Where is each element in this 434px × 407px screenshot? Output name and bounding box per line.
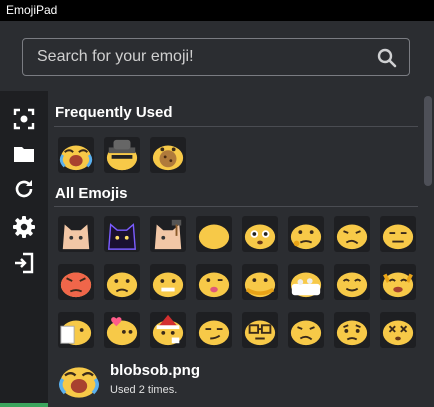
- emoji-name: blobsob.png: [110, 362, 200, 379]
- header: [0, 21, 434, 91]
- emoji-icon: [59, 145, 93, 171]
- emoji-tile[interactable]: [104, 137, 140, 173]
- all-emojis-heading: All Emojis: [55, 185, 128, 202]
- emoji-icon: [382, 272, 414, 298]
- emoji-icon: [198, 224, 230, 250]
- search-icon[interactable]: [377, 48, 397, 68]
- emoji-tile[interactable]: [334, 264, 370, 300]
- emoji-icon: [106, 317, 138, 346]
- emoji-tile[interactable]: [196, 264, 232, 300]
- emoji-icon: [244, 272, 276, 298]
- emoji-tile[interactable]: [242, 312, 278, 348]
- search-input[interactable]: [37, 39, 367, 75]
- emoji-tile[interactable]: [288, 216, 324, 252]
- emoji-icon: [60, 272, 92, 298]
- section-divider: [54, 206, 418, 207]
- emoji-tile[interactable]: [334, 312, 370, 348]
- emoji-tile[interactable]: [380, 312, 416, 348]
- emoji-tile[interactable]: [288, 312, 324, 348]
- emoji-icon: [290, 320, 322, 346]
- emoji-tile[interactable]: [150, 312, 186, 348]
- emoji-icon: [106, 139, 138, 171]
- emoji-icon: [152, 145, 184, 171]
- screenshot-icon[interactable]: [12, 107, 36, 131]
- emoji-tile[interactable]: [242, 264, 278, 300]
- emoji-tile[interactable]: [104, 264, 140, 300]
- emoji-tile[interactable]: [58, 216, 94, 252]
- emoji-icon: [244, 320, 276, 346]
- scrollbar-thumb[interactable]: [424, 96, 432, 186]
- emoji-icon: [152, 272, 184, 298]
- sidebar-accent-bar: [0, 403, 50, 407]
- emoji-tile[interactable]: [196, 312, 232, 348]
- emoji-icon: [290, 272, 322, 298]
- emoji-icon: [336, 224, 368, 250]
- emoji-tile[interactable]: [104, 216, 140, 252]
- emoji-tile[interactable]: [380, 216, 416, 252]
- emoji-tile[interactable]: [150, 264, 186, 300]
- section-divider: [54, 126, 418, 127]
- app-title: EmojiPad: [6, 3, 58, 17]
- emoji-icon: [108, 223, 136, 250]
- emoji-icon: [106, 272, 138, 298]
- emoji-icon: [290, 224, 322, 250]
- emoji-icon: [60, 320, 92, 346]
- emoji-icon: [244, 224, 276, 250]
- refresh-icon[interactable]: [12, 177, 36, 201]
- emoji-panel: Frequently Used All Emojis: [48, 91, 434, 353]
- emoji-tile[interactable]: [58, 137, 94, 173]
- emoji-tile[interactable]: [380, 264, 416, 300]
- folder-icon[interactable]: [12, 142, 36, 166]
- emoji-icon: [198, 272, 230, 298]
- gear-icon[interactable]: [12, 215, 36, 239]
- emoji-icon: [382, 320, 414, 346]
- emoji-icon: [336, 272, 368, 298]
- emoji-tile[interactable]: [334, 216, 370, 252]
- emoji-usage: Used 2 times.: [110, 384, 178, 396]
- sidebar: [0, 91, 50, 407]
- search-box[interactable]: [22, 38, 410, 76]
- emoji-icon: [154, 219, 182, 250]
- emoji-icon: [382, 224, 414, 250]
- emoji-icon: [198, 320, 230, 346]
- emoji-icon: [62, 224, 90, 250]
- emoji-tile[interactable]: [104, 312, 140, 348]
- emoji-icon: [152, 314, 184, 346]
- emoji-tile[interactable]: [58, 312, 94, 348]
- title-bar: EmojiPad: [0, 0, 434, 21]
- emoji-tile[interactable]: [196, 216, 232, 252]
- emoji-tile[interactable]: [58, 264, 94, 300]
- emoji-tile[interactable]: [288, 264, 324, 300]
- emoji-tile[interactable]: [150, 137, 186, 173]
- emoji-icon: [336, 320, 368, 346]
- emoji-tile[interactable]: [150, 216, 186, 252]
- emoji-tile[interactable]: [242, 216, 278, 252]
- emoji-detail-footer: blobsob.png Used 2 times.: [48, 353, 434, 407]
- sign-in-icon[interactable]: [12, 251, 36, 275]
- blobsob-emoji-preview: [59, 367, 99, 398]
- frequently-used-heading: Frequently Used: [55, 104, 173, 121]
